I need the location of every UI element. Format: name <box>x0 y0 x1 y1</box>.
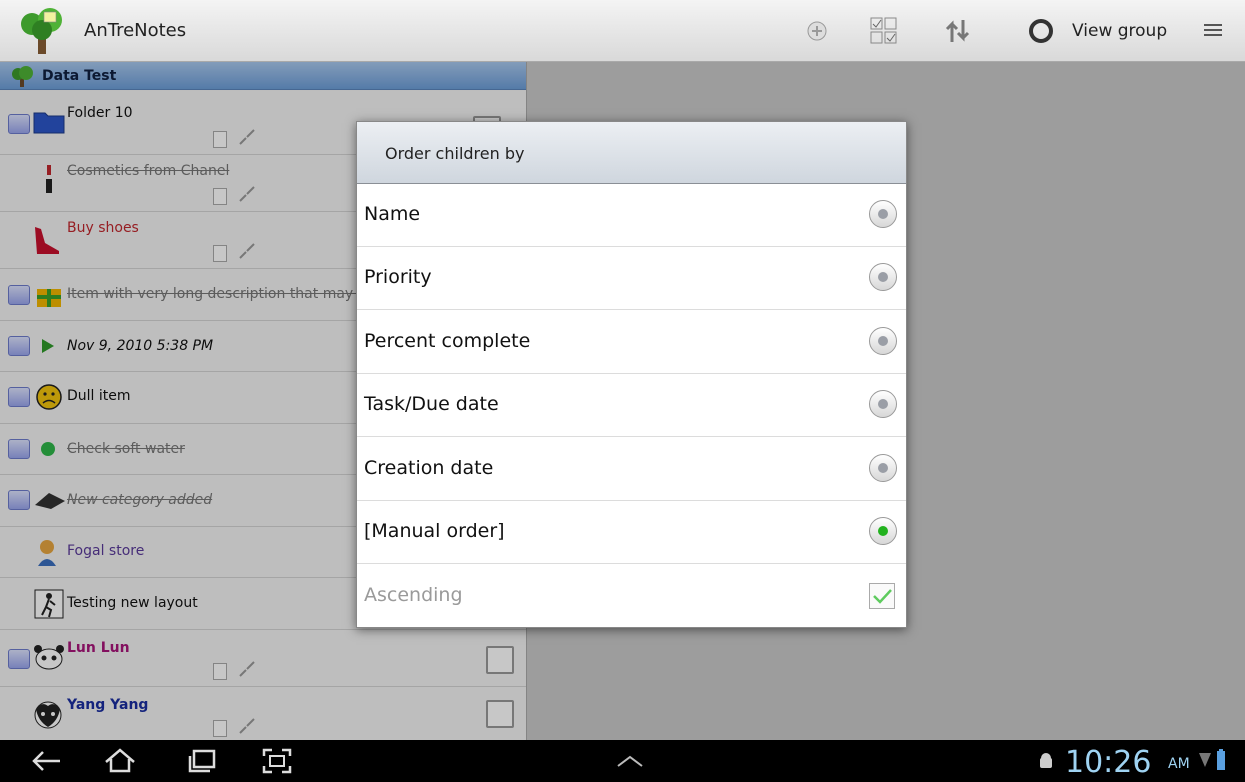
view-group-icon[interactable] <box>1024 10 1058 52</box>
option-task-due-date[interactable]: Task/Due date <box>357 374 906 437</box>
radio-button[interactable] <box>869 200 897 228</box>
android-debug-icon <box>1040 753 1052 768</box>
option-label: Name <box>364 203 421 225</box>
dialog-title-bar: Order children by <box>357 122 906 184</box>
battery-icon <box>1217 749 1225 770</box>
radio-button[interactable] <box>869 263 897 291</box>
clock-time: 10:26 <box>1065 745 1152 780</box>
app-tree-icon[interactable] <box>18 6 66 56</box>
home-icon[interactable] <box>102 746 138 774</box>
order-children-dialog: Order children by Name Priority Percent … <box>356 121 907 628</box>
option-creation-date[interactable]: Creation date <box>357 438 906 501</box>
radio-button-selected[interactable] <box>869 517 897 545</box>
radio-button[interactable] <box>869 327 897 355</box>
option-label: Creation date <box>364 457 494 479</box>
ascending-label: Ascending <box>364 584 463 606</box>
wifi-icon <box>1199 753 1211 767</box>
option-percent-complete[interactable]: Percent complete <box>357 311 906 374</box>
option-ascending[interactable]: Ascending <box>357 565 906 628</box>
option-priority[interactable]: Priority <box>357 247 906 310</box>
option-name[interactable]: Name <box>357 184 906 247</box>
option-label: [Manual order] <box>364 520 505 542</box>
radio-button[interactable] <box>869 390 897 418</box>
option-label: Priority <box>364 266 432 288</box>
checkmark-icon <box>873 589 892 604</box>
clock-ampm: AM <box>1168 756 1190 772</box>
select-grid-icon[interactable] <box>866 10 902 52</box>
system-bar: 10:26 AM <box>0 740 1245 782</box>
view-group-label[interactable]: View group <box>1072 21 1167 41</box>
app-title: AnTreNotes <box>84 20 187 41</box>
recent-apps-icon[interactable] <box>186 748 218 774</box>
option-manual-order[interactable]: [Manual order] <box>357 501 906 564</box>
back-icon[interactable] <box>30 748 62 774</box>
ascending-checkbox[interactable] <box>869 583 895 609</box>
sort-arrows-icon[interactable] <box>940 10 976 52</box>
dialog-title: Order children by <box>385 144 525 163</box>
add-icon[interactable] <box>800 10 834 52</box>
radio-button[interactable] <box>869 454 897 482</box>
overflow-menu-icon[interactable] <box>1196 10 1230 52</box>
option-label: Task/Due date <box>364 393 499 415</box>
option-label: Percent complete <box>364 330 531 352</box>
screenshot-icon[interactable] <box>262 748 292 774</box>
action-bar: AnTreNotes View group <box>0 0 1245 62</box>
up-chevron-icon[interactable] <box>612 754 648 768</box>
